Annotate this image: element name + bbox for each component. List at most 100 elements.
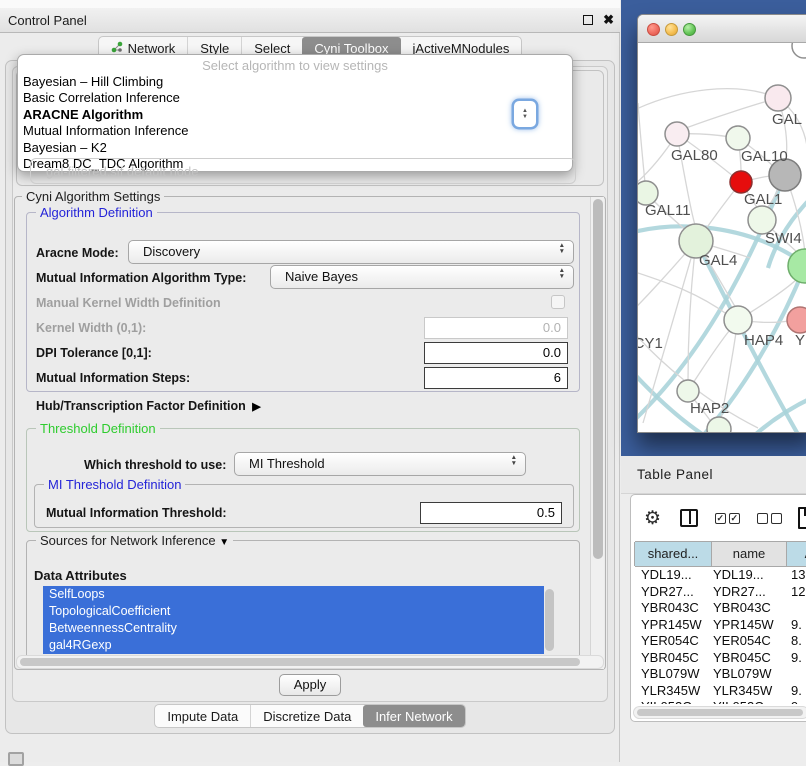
table-cell[interactable]: YER054C (709, 633, 787, 650)
network-window-titlebar[interactable] (638, 15, 806, 43)
manual-kernel-checkbox[interactable] (551, 295, 565, 309)
network-node[interactable] (677, 380, 699, 402)
table-scroll-thumb[interactable] (637, 709, 803, 716)
table-cell[interactable]: YBR043C (709, 600, 787, 617)
page-icon[interactable] (798, 507, 806, 529)
table-cell[interactable]: YBR045C (635, 650, 709, 667)
list-scroll-thumb[interactable] (545, 589, 554, 651)
table-row[interactable]: YPR145WYPR145W9. (635, 617, 806, 634)
network-node[interactable] (724, 306, 752, 334)
network-edge[interactable] (638, 89, 778, 113)
network-node[interactable] (792, 43, 806, 58)
table-cell[interactable]: YPR145W (635, 617, 709, 634)
table-horizontal-scrollbar[interactable] (633, 706, 806, 719)
table-cell[interactable]: YBR043C (635, 600, 709, 617)
minimize-button[interactable] (665, 23, 678, 36)
network-canvas[interactable]: GALGAL80GAL10GAL1GAL11SWI4GAL4GCY1HAP4YH… (638, 43, 806, 433)
list-item[interactable]: gal4RGexp (43, 637, 544, 654)
close-icon[interactable]: ✖ (603, 12, 614, 28)
settings-horizontal-scrollbar[interactable] (16, 655, 604, 669)
close-button[interactable] (647, 23, 660, 36)
table-cell[interactable]: 9. (787, 650, 806, 667)
list-item[interactable]: SelfLoops (43, 586, 544, 603)
which-threshold-combo[interactable]: MI Threshold ▲▼ (234, 452, 526, 476)
network-node[interactable] (726, 126, 750, 150)
settings-gear-icon[interactable]: ⚙ (644, 507, 661, 530)
column-header-name[interactable]: name (711, 542, 787, 566)
settings-scroll-thumb[interactable] (593, 199, 603, 559)
tab-discretize-data[interactable]: Discretize Data (250, 705, 363, 727)
settings-vertical-scrollbar[interactable] (590, 197, 604, 669)
table-cell[interactable]: YLR345W (709, 683, 787, 700)
sources-expander[interactable]: Sources for Network Inference ▼ (36, 533, 233, 548)
network-view-window[interactable]: GALGAL80GAL10GAL1GAL11SWI4GAL4GCY1HAP4YH… (637, 14, 806, 433)
network-node[interactable] (707, 417, 731, 433)
table-row[interactable]: YIL052CYIL052C9 (635, 699, 806, 704)
table-cell[interactable]: 13 (787, 567, 806, 584)
apply-button[interactable]: Apply (279, 674, 342, 696)
table-cell[interactable]: 9 (787, 699, 806, 704)
control-panel-titlebar: Control Panel ✖ (0, 8, 620, 33)
table-cell[interactable]: YDR27... (709, 584, 787, 601)
table-row[interactable]: YER054CYER054C8. (635, 633, 806, 650)
table-cell[interactable]: YBL079W (709, 666, 787, 683)
table-row[interactable]: YBR045CYBR045C9. (635, 650, 806, 667)
zoom-button[interactable] (683, 23, 696, 36)
table-select-combo[interactable]: gal-filtered.sif default node (30, 158, 576, 184)
table-row[interactable]: YLR345WYLR345W9. (635, 683, 806, 700)
dropdown-item[interactable]: Bayesian – K2 (18, 140, 572, 156)
table-cell[interactable]: YIL052C (709, 699, 787, 704)
table-cell[interactable]: YIL052C (635, 699, 709, 704)
table-cell[interactable]: YER054C (635, 633, 709, 650)
horizontal-scroll-thumb[interactable] (20, 658, 580, 666)
kernel-width-field[interactable]: 0.0 (424, 317, 568, 339)
table-cell[interactable] (787, 600, 806, 617)
tab-infer-network[interactable]: Infer Network (363, 705, 464, 727)
table-cell[interactable] (787, 666, 806, 683)
dropdown-item[interactable]: Mutual Information Inference (18, 123, 572, 139)
table-cell[interactable]: 9. (787, 683, 806, 700)
table-cell[interactable]: YDL19... (709, 567, 787, 584)
table-cell[interactable]: YBR045C (709, 650, 787, 667)
checked-box-icon: ✓ (715, 513, 726, 524)
network-node[interactable] (730, 171, 752, 193)
network-node[interactable] (765, 85, 791, 111)
table-cell[interactable]: 8. (787, 633, 806, 650)
list-item[interactable]: BetweennessCentrality (43, 620, 544, 637)
network-node[interactable] (665, 122, 689, 146)
float-window-icon[interactable] (583, 15, 593, 25)
table-cell[interactable]: YPR145W (709, 617, 787, 634)
minimized-panel-icon[interactable] (8, 752, 24, 766)
select-all-icon[interactable]: ✓ ✓ (715, 513, 740, 524)
table-row[interactable]: YDL19...YDL19...13 (635, 567, 806, 584)
table-cell[interactable]: 9. (787, 617, 806, 634)
hub-definition-expander[interactable]: Hub/Transcription Factor Definition ▶ (36, 399, 261, 413)
table-row[interactable]: YBR043CYBR043C (635, 600, 806, 617)
list-item[interactable]: TopologicalCoefficient (43, 603, 544, 620)
table-cell[interactable]: YBL079W (635, 666, 709, 683)
table-cell[interactable]: YLR345W (635, 683, 709, 700)
combo-arrows-icon: ▲▼ (511, 455, 517, 466)
tab-impute-data[interactable]: Impute Data (155, 705, 250, 727)
table-cell[interactable]: YDL19... (635, 567, 709, 584)
dropdown-item-selected[interactable]: ARACNE Algorithm (18, 107, 572, 123)
focused-combo-fragment[interactable]: ▲▼ (514, 101, 536, 127)
dropdown-item[interactable]: Bayesian – Hill Climbing (18, 74, 572, 90)
select-none-icon[interactable] (757, 513, 782, 524)
network-node[interactable] (787, 307, 806, 333)
mi-type-combo[interactable]: Naive Bayes ▲▼ (270, 265, 574, 289)
node-label: GAL4 (699, 252, 737, 269)
network-edge[interactable] (686, 98, 778, 128)
column-header-partial[interactable]: A (786, 542, 806, 566)
split-columns-icon[interactable] (680, 509, 698, 527)
table-cell[interactable]: YDR27... (635, 584, 709, 601)
mi-steps-field[interactable]: 6 (424, 367, 568, 389)
column-header-shared-name[interactable]: shared... (634, 542, 712, 566)
dropdown-item[interactable]: Basic Correlation Inference (18, 90, 572, 106)
table-cell[interactable]: 12 (787, 584, 806, 601)
table-row[interactable]: YDR27...YDR27...12 (635, 584, 806, 601)
aracne-mode-combo[interactable]: Discovery ▲▼ (128, 240, 574, 264)
dpi-tolerance-field[interactable]: 0.0 (424, 342, 568, 364)
table-row[interactable]: YBL079WYBL079W (635, 666, 806, 683)
mi-threshold-field[interactable]: 0.5 (420, 502, 562, 524)
